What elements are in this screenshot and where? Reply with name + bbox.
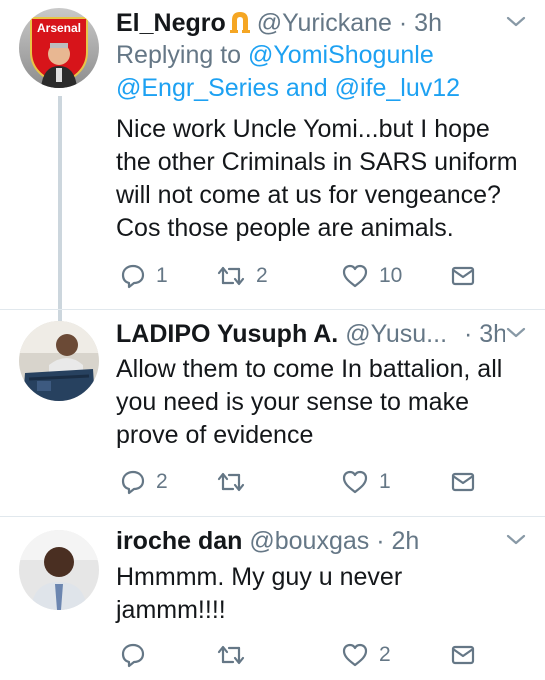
replying-to-and: and xyxy=(285,74,328,102)
retweet-count: 2 xyxy=(256,264,268,287)
replying-to-label: Replying to xyxy=(116,41,242,69)
tweet-2[interactable]: LADIPO Yusuph A. @Yusu... · 3h Allow the… xyxy=(0,317,545,512)
reply-button[interactable]: 2 xyxy=(120,467,168,497)
timestamp[interactable]: 2h xyxy=(392,527,420,555)
timestamp[interactable]: 3h xyxy=(414,9,442,37)
thread-line xyxy=(58,96,62,321)
like-button[interactable]: 2 xyxy=(341,640,391,670)
tweet-text-line: you need is your sense to make xyxy=(116,388,469,416)
mention-link[interactable]: @YomiShogunle xyxy=(248,41,434,69)
like-count: 1 xyxy=(379,470,391,493)
chevron-down-icon[interactable] xyxy=(505,325,527,341)
avatar-crest-text: Arsenal xyxy=(37,21,81,35)
avatar[interactable]: Arsenal xyxy=(19,8,99,88)
reply-button[interactable] xyxy=(120,640,156,670)
separator-dot: · xyxy=(376,527,385,555)
chevron-down-icon[interactable] xyxy=(505,532,527,548)
separator-dot: · xyxy=(463,320,473,348)
tweet-text: Hmmmm. My guy u never jammm!!!! xyxy=(116,561,536,627)
direct-message-button[interactable] xyxy=(450,467,476,497)
user-handle[interactable]: @bouxgas xyxy=(249,527,369,555)
user-handle[interactable]: @Yusu... xyxy=(345,320,447,348)
like-button[interactable]: 1 xyxy=(341,467,391,497)
tweet-actions: 1 2 10 xyxy=(116,261,486,291)
tweet-text-line: Cos those people are animals. xyxy=(116,214,454,242)
tweet-actions: 2 xyxy=(116,640,486,670)
tweet-text: Nice work Uncle Yomi...but I hope the ot… xyxy=(116,113,536,245)
mention-link[interactable]: @ife_luv12 xyxy=(335,74,460,102)
tweet-text-line: prove of evidence xyxy=(116,421,314,449)
tweet-actions: 2 1 xyxy=(116,467,486,497)
mail-icon xyxy=(451,266,475,286)
tweet-text: Allow them to come In battalion, all you… xyxy=(116,353,536,452)
tweet-text-line: Allow them to come In battalion, all xyxy=(116,355,503,383)
tweet-3[interactable]: iroche dan @bouxgas · 2h Hmmmm. My guy u… xyxy=(0,524,545,680)
reply-count: 1 xyxy=(156,264,168,287)
retweet-icon xyxy=(217,645,245,665)
reply-icon xyxy=(121,643,145,668)
horseshoe-emoji-icon xyxy=(229,9,251,40)
reply-icon xyxy=(121,470,145,495)
display-name[interactable]: El_Negro xyxy=(116,9,226,37)
chevron-down-icon[interactable] xyxy=(505,14,527,30)
tweet-divider xyxy=(0,309,545,310)
user-handle[interactable]: @Yurickane xyxy=(257,9,392,37)
mention-link[interactable]: @Engr_Series xyxy=(116,74,279,102)
avatar[interactable] xyxy=(19,530,99,610)
heart-icon xyxy=(342,470,368,494)
display-name[interactable]: LADIPO Yusuph A. xyxy=(116,320,338,348)
tweet-header: LADIPO Yusuph A. @Yusu... · 3h xyxy=(116,317,505,351)
like-count: 10 xyxy=(379,264,403,287)
display-name[interactable]: iroche dan xyxy=(116,527,242,555)
replying-to: Replying to @YomiShogunle @Engr_Series a… xyxy=(116,39,526,105)
retweet-icon xyxy=(217,266,245,286)
avatar[interactable] xyxy=(19,321,99,401)
direct-message-button[interactable] xyxy=(450,261,476,291)
retweet-button[interactable] xyxy=(216,640,256,670)
like-button[interactable]: 10 xyxy=(341,261,402,291)
tweet-header: iroche dan @bouxgas · 2h xyxy=(116,524,505,558)
tweet-text-line: Nice work Uncle Yomi...but I hope xyxy=(116,115,490,143)
direct-message-button[interactable] xyxy=(450,640,476,670)
retweet-button[interactable]: 2 xyxy=(216,261,268,291)
tweet-text-line: will not come at us for vengeance? xyxy=(116,181,501,209)
reply-button[interactable]: 1 xyxy=(120,261,168,291)
like-count: 2 xyxy=(379,643,391,666)
mail-icon xyxy=(451,645,475,665)
separator-dot: · xyxy=(398,9,408,37)
tweet-divider xyxy=(0,516,545,517)
mail-icon xyxy=(451,472,475,492)
tweet-header: El_Negro @Yurickane · 3h xyxy=(116,6,505,40)
tweet-text-line: the other Criminals in SARS uniform xyxy=(116,148,518,176)
tweet-1[interactable]: Arsenal El_Negro @Yurickane · 3h Replying… xyxy=(0,6,545,321)
reply-count: 2 xyxy=(156,470,168,493)
reply-icon xyxy=(121,264,145,289)
heart-icon xyxy=(342,643,368,667)
timestamp[interactable]: 3h xyxy=(479,320,505,348)
retweet-button[interactable] xyxy=(216,467,256,497)
tweet-text-line: Hmmmm. My guy u never xyxy=(116,563,403,591)
retweet-icon xyxy=(217,472,245,492)
tweet-text-line: jammm!!!! xyxy=(116,596,226,624)
heart-icon xyxy=(342,264,368,288)
